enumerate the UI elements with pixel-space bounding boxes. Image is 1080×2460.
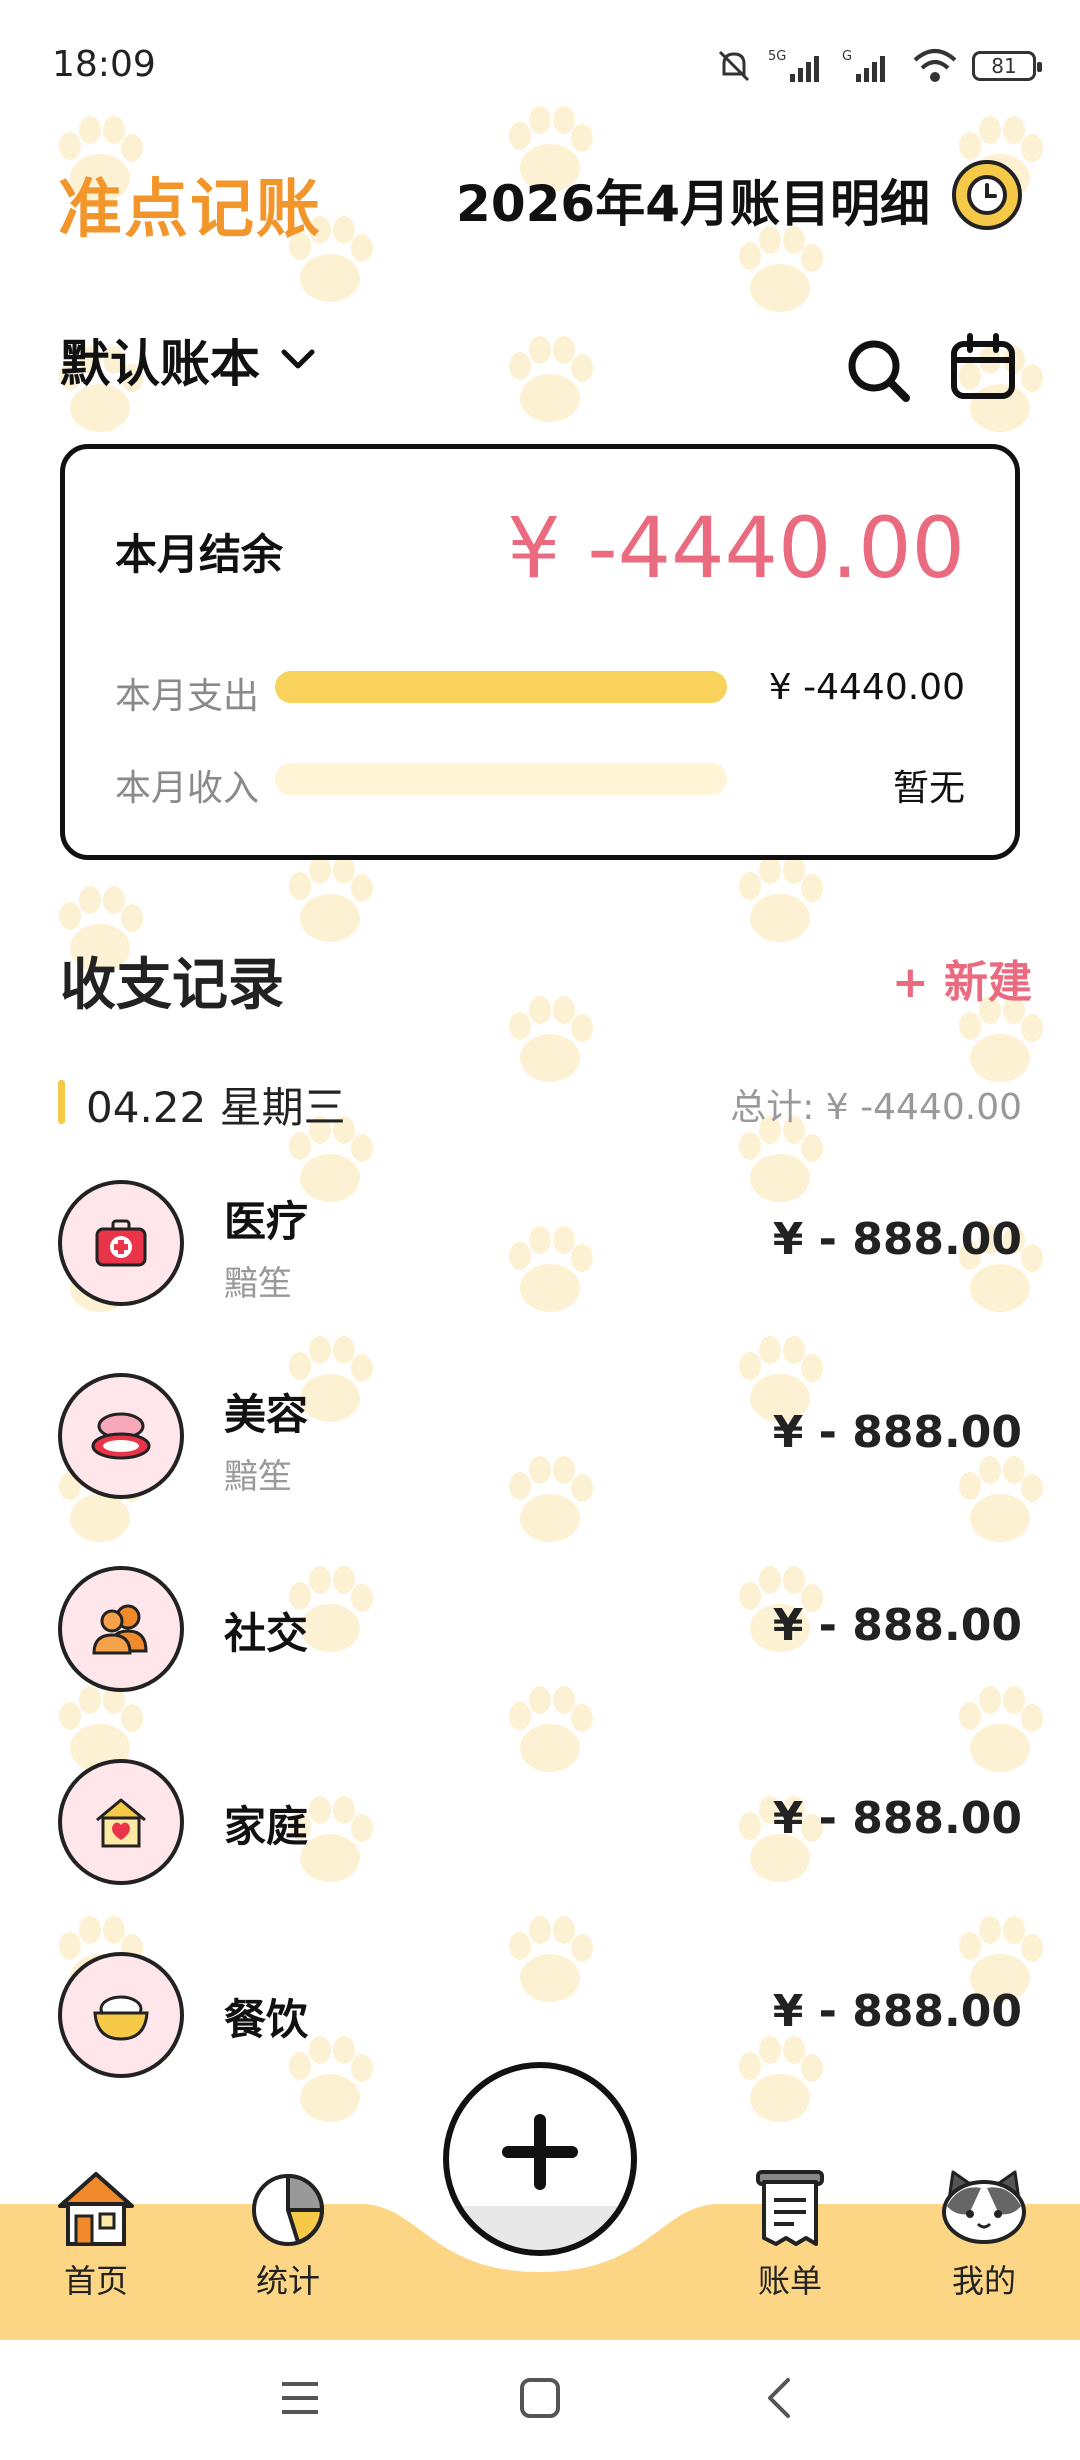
record-amount: ¥ - 888.00 bbox=[772, 1600, 1022, 1651]
expense-bar bbox=[275, 671, 727, 703]
wifi-icon bbox=[913, 49, 957, 82]
battery-indicator: 81 bbox=[972, 51, 1042, 81]
nav-mine-label: 我的 bbox=[951, 2262, 1016, 2300]
clock-icon bbox=[967, 175, 1007, 215]
record-category: 家庭 bbox=[224, 1802, 309, 1851]
menu-icon[interactable] bbox=[278, 2376, 322, 2420]
record-category: 社交 bbox=[224, 1609, 309, 1658]
people-icon bbox=[92, 1604, 148, 1655]
record-icon-circle bbox=[58, 1952, 184, 2078]
medical-kit-icon bbox=[95, 1219, 147, 1267]
account-book-name: 默认账本 bbox=[60, 335, 260, 393]
search-icon[interactable] bbox=[844, 336, 914, 406]
chevron-down-icon bbox=[281, 349, 315, 369]
svg-text:G: G bbox=[842, 49, 852, 64]
house-icon bbox=[58, 2172, 134, 2246]
mute-bell-icon bbox=[718, 50, 750, 82]
clock-button[interactable] bbox=[952, 160, 1022, 230]
expense-bar-fill bbox=[275, 671, 727, 703]
day-total: 总计: ¥ -4440.00 bbox=[730, 1087, 1022, 1128]
record-amount: ¥ - 888.00 bbox=[772, 1214, 1022, 1265]
balance-label: 本月结余 bbox=[115, 530, 284, 579]
monthly-summary-card: 本月结余 ¥ -4440.00 本月支出 ¥ -4440.00 本月收入 暂无 bbox=[60, 444, 1020, 860]
month-title[interactable]: 2026年4月账目明细 bbox=[456, 164, 930, 236]
nav-stats-label: 统计 bbox=[255, 2262, 320, 2300]
expense-value: ¥ -4440.00 bbox=[768, 667, 965, 708]
compact-mirror-icon bbox=[91, 1412, 151, 1460]
record-amount: ¥ - 888.00 bbox=[772, 1407, 1022, 1458]
record-category: 美容 bbox=[224, 1390, 309, 1439]
records-title: 收支记录 bbox=[60, 953, 284, 1018]
income-bar bbox=[275, 763, 727, 795]
calendar-icon[interactable] bbox=[948, 332, 1018, 402]
receipt-icon bbox=[756, 2170, 824, 2246]
record-item-social[interactable]: 社交 ¥ - 888.00 bbox=[58, 1566, 1022, 1692]
record-item-dining[interactable]: 餐饮 ¥ - 888.00 bbox=[58, 1952, 1022, 2078]
rice-bowl-icon bbox=[93, 1995, 149, 2041]
svg-text:5G: 5G bbox=[768, 49, 786, 64]
balance-value: ¥ -4440.00 bbox=[507, 499, 965, 597]
expense-label: 本月支出 bbox=[115, 676, 260, 717]
record-icon-circle bbox=[58, 1180, 184, 1306]
income-value: 暂无 bbox=[892, 768, 965, 809]
record-item-family[interactable]: 家庭 ¥ - 888.00 bbox=[58, 1759, 1022, 1885]
nav-bills[interactable]: 账单 bbox=[720, 2166, 860, 2316]
house-heart-icon bbox=[96, 1798, 146, 1848]
record-item-medical[interactable]: 医疗 黯笙 ¥ - 888.00 bbox=[58, 1180, 1022, 1306]
nav-bills-label: 账单 bbox=[757, 2262, 822, 2300]
nav-home[interactable]: 首页 bbox=[26, 2166, 166, 2316]
record-icon-circle bbox=[58, 1373, 184, 1499]
income-label: 本月收入 bbox=[115, 768, 260, 809]
record-note: 黯笙 bbox=[224, 1457, 292, 1497]
pie-chart-icon bbox=[252, 2174, 324, 2246]
new-record-button[interactable]: + 新建 bbox=[892, 946, 1032, 1010]
system-navigation-bar bbox=[0, 2340, 1080, 2460]
status-icons: 5G G 81 bbox=[714, 44, 1042, 88]
nav-home-label: 首页 bbox=[63, 2262, 128, 2300]
record-category: 餐饮 bbox=[224, 1995, 309, 2044]
record-note: 黯笙 bbox=[224, 1264, 292, 1304]
record-item-beauty[interactable]: 美容 黯笙 ¥ - 888.00 bbox=[58, 1373, 1022, 1499]
record-amount: ¥ - 888.00 bbox=[772, 1793, 1022, 1844]
home-square-icon[interactable] bbox=[518, 2376, 562, 2420]
signal-g-icon: G bbox=[842, 49, 885, 82]
nav-mine[interactable]: 我的 bbox=[914, 2166, 1054, 2316]
cat-avatar-icon bbox=[942, 2170, 1026, 2244]
record-date: 04.22 星期三 bbox=[86, 1083, 346, 1132]
add-record-button[interactable] bbox=[443, 2062, 637, 2256]
back-icon[interactable] bbox=[758, 2376, 802, 2420]
signal-5g-icon: 5G bbox=[768, 49, 819, 82]
record-amount: ¥ - 888.00 bbox=[772, 1986, 1022, 2037]
app-title: 准点记账 bbox=[58, 173, 322, 247]
record-icon-circle bbox=[58, 1566, 184, 1692]
date-accent-bar bbox=[58, 1080, 65, 1124]
account-book-selector[interactable]: 默认账本 bbox=[60, 324, 316, 396]
status-time: 18:09 bbox=[52, 44, 156, 85]
record-category: 医疗 bbox=[224, 1197, 309, 1246]
nav-stats[interactable]: 统计 bbox=[218, 2166, 358, 2316]
record-icon-circle bbox=[58, 1759, 184, 1885]
plus-icon bbox=[502, 2114, 578, 2190]
